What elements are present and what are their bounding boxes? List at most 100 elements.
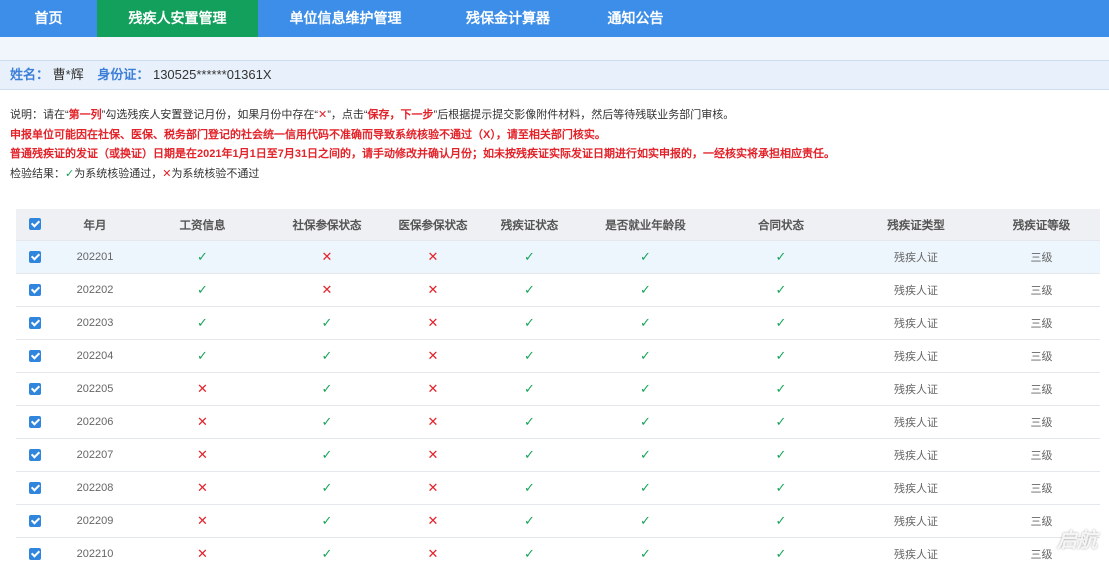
row-checkbox[interactable] [16,241,54,274]
check-icon: ✓ [524,480,535,495]
row-checkbox[interactable] [16,406,54,439]
check-icon: ✓ [640,447,651,462]
cell-certificate-type: 残疾人证 [849,274,983,307]
note-line-4: 检验结果：✓为系统核验通过，✕为系统核验不通过 [10,165,835,185]
cell-certificate-type: 残疾人证 [849,505,983,538]
note1-mid1: ”勾选残疾人安置登记月份，如果月份中存在“ [102,109,318,121]
table-row: 202201✓✕✕✓✓✓残疾人证三级 [16,241,1100,274]
table-row: 202209✕✓✕✓✓✓残疾人证三级 [16,505,1100,538]
cell-certificate-type: 残疾人证 [849,373,983,406]
nav-unit-info[interactable]: 单位信息维护管理 [258,0,433,37]
note1-suffix: ”后根据提示提交影像附件材料，然后等待残联业务部门审核。 [434,109,735,121]
person-info-bar: 姓名： 曹*辉 身份证： 130525******01361X [0,60,1109,90]
cell-check: ✕ [385,439,481,472]
cross-icon: ✕ [428,315,439,330]
cell-certificate-level: 三级 [983,439,1100,472]
cell-check: ✓ [269,373,385,406]
table-row: 202210✕✓✕✓✓✓残疾人证三级 [16,538,1100,570]
cell-month: 202206 [54,406,136,439]
cross-icon: ✕ [197,447,208,462]
cell-check: ✕ [385,472,481,505]
checkbox-icon [29,317,41,329]
check-icon: ✓ [640,414,651,429]
cross-icon: ✕ [428,480,439,495]
cell-check: ✓ [713,439,849,472]
cell-check: ✕ [269,241,385,274]
cell-check: ✓ [578,241,713,274]
check-icon: ✓ [776,249,787,264]
cell-check: ✓ [578,439,713,472]
check-icon: ✓ [65,168,74,180]
cell-check: ✓ [578,274,713,307]
cell-check: ✓ [481,373,578,406]
check-icon: ✓ [524,315,535,330]
checkbox-icon [29,482,41,494]
col-header-working-age: 是否就业年龄段 [578,209,713,241]
row-checkbox[interactable] [16,505,54,538]
nav-calculator[interactable]: 残保金计算器 [433,0,583,37]
checkbox-icon [29,350,41,362]
name-label: 姓名： [10,67,49,82]
cell-check: ✓ [269,439,385,472]
check-icon: ✓ [322,414,333,429]
note-line-3: 普通残疾证的发证（或换证）日期是在2021年1月1日至7月31日之间的，请手动修… [10,145,835,165]
cell-check: ✓ [713,472,849,505]
check-icon: ✓ [197,282,208,297]
cell-certificate-level: 三级 [983,472,1100,505]
cell-check: ✓ [713,340,849,373]
check-icon: ✓ [776,282,787,297]
placement-table: 年月 工资信息 社保参保状态 医保参保状态 残疾证状态 是否就业年龄段 合同状态… [16,209,1100,570]
cross-icon: ✕ [322,282,333,297]
check-icon: ✓ [524,348,535,363]
check-icon: ✓ [776,447,787,462]
row-checkbox[interactable] [16,472,54,505]
cross-icon: ✕ [318,109,327,121]
table-row: 202205✕✓✕✓✓✓残疾人证三级 [16,373,1100,406]
cell-certificate-level: 三级 [983,241,1100,274]
check-icon: ✓ [640,513,651,528]
nav-disabled-placement[interactable]: 残疾人安置管理 [97,0,258,37]
note1-button-text: 保存，下一步 [368,109,434,121]
select-all-checkbox[interactable] [16,209,54,241]
cell-check: ✓ [481,274,578,307]
check-icon: ✓ [524,282,535,297]
row-checkbox[interactable] [16,307,54,340]
row-checkbox[interactable] [16,340,54,373]
checkbox-icon [29,383,41,395]
row-checkbox[interactable] [16,274,54,307]
check-icon: ✓ [640,315,651,330]
col-header-social-insurance: 社保参保状态 [269,209,385,241]
cell-check: ✓ [269,538,385,570]
row-checkbox[interactable] [16,439,54,472]
check-icon: ✓ [524,513,535,528]
cell-month: 202207 [54,439,136,472]
check-icon: ✓ [640,282,651,297]
check-icon: ✓ [197,249,208,264]
nav-home[interactable]: 首页 [0,0,97,37]
row-checkbox[interactable] [16,373,54,406]
check-icon: ✓ [776,513,787,528]
cell-month: 202203 [54,307,136,340]
cell-check: ✓ [481,241,578,274]
note1-column: 第一列 [69,109,102,121]
watermark-logo: 启航 [1057,524,1097,553]
checkbox-icon [29,548,41,560]
cross-icon: ✕ [197,414,208,429]
cell-check: ✕ [385,241,481,274]
table-body: 202201✓✕✕✓✓✓残疾人证三级202202✓✕✕✓✓✓残疾人证三级2022… [16,241,1100,570]
cell-check: ✓ [713,406,849,439]
cell-certificate-level: 三级 [983,406,1100,439]
note1-prefix: 说明：请在“ [10,109,69,121]
check-icon: ✓ [776,348,787,363]
cell-check: ✓ [269,307,385,340]
row-checkbox[interactable] [16,538,54,570]
cell-check: ✓ [578,340,713,373]
cell-certificate-type: 残疾人证 [849,472,983,505]
check-icon: ✓ [322,480,333,495]
col-header-month: 年月 [54,209,136,241]
cell-check: ✕ [385,340,481,373]
col-header-certificate-level: 残疾证等级 [983,209,1100,241]
col-header-medical-insurance: 医保参保状态 [385,209,481,241]
nav-notices[interactable]: 通知公告 [583,0,688,37]
table-row: 202204✓✓✕✓✓✓残疾人证三级 [16,340,1100,373]
